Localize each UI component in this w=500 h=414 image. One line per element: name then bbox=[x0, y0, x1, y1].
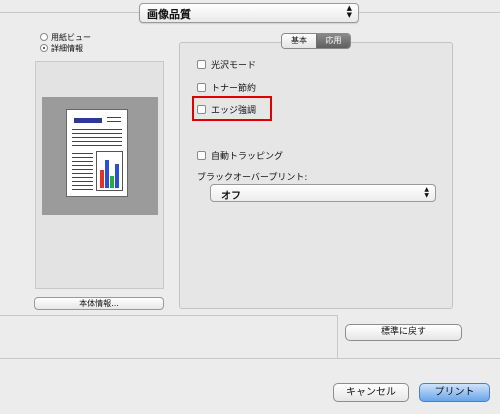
preview-line bbox=[72, 157, 93, 158]
preview-line bbox=[72, 185, 93, 186]
radio-detail-info[interactable]: 詳細情報 bbox=[40, 43, 83, 53]
radio-icon bbox=[40, 33, 48, 41]
preview-line bbox=[72, 173, 93, 174]
radio-label: 詳細情報 bbox=[51, 43, 83, 53]
divider-right bbox=[359, 12, 500, 13]
tab-advanced[interactable]: 応用 bbox=[316, 34, 350, 48]
preview-line bbox=[72, 181, 93, 182]
divider-left bbox=[0, 12, 139, 13]
button-label: プリント bbox=[434, 387, 475, 398]
tab-label: 応用 bbox=[325, 36, 342, 45]
preview-line bbox=[72, 177, 93, 178]
tab-bar: 基本 応用 bbox=[281, 33, 351, 49]
radio-selected-icon bbox=[40, 44, 48, 52]
checkbox-label: 自動トラッピング bbox=[211, 151, 284, 162]
preview-line bbox=[72, 161, 93, 162]
tab-label: 基本 bbox=[291, 36, 307, 45]
preview-bar bbox=[110, 176, 114, 188]
divider-vertical bbox=[337, 315, 338, 358]
preview-line bbox=[72, 153, 93, 154]
preview-bar bbox=[115, 164, 119, 188]
popup-value: 画像品質 bbox=[147, 8, 191, 21]
restore-defaults-button[interactable]: 標準に戻す bbox=[345, 324, 462, 341]
preview-line bbox=[72, 129, 122, 130]
radio-paper-view[interactable]: 用紙ビュー bbox=[40, 32, 91, 42]
device-info-button[interactable]: 本体情報... bbox=[34, 297, 164, 310]
checkbox-icon bbox=[197, 104, 206, 114]
updown-arrows-icon: ▲ ▼ bbox=[424, 186, 429, 199]
preview-line bbox=[107, 117, 121, 118]
checkbox-icon bbox=[197, 82, 206, 92]
preview-line bbox=[72, 165, 93, 166]
black-overprint-select[interactable]: オフ ▲ ▼ bbox=[210, 184, 436, 202]
cancel-button[interactable]: キャンセル bbox=[333, 383, 409, 402]
checkbox-label: トナー節約 bbox=[211, 83, 257, 94]
checkbox-icon bbox=[197, 59, 206, 69]
print-button[interactable]: プリント bbox=[419, 383, 490, 402]
button-label: 標準に戻す bbox=[380, 327, 426, 337]
preview-line bbox=[72, 189, 93, 190]
preview-line bbox=[72, 145, 122, 146]
preview-line bbox=[72, 137, 122, 138]
checkbox-label: エッジ強調 bbox=[211, 105, 257, 116]
gloss-mode-checkbox[interactable]: 光沢モード bbox=[197, 58, 257, 71]
preview-bar bbox=[100, 170, 104, 188]
radio-label: 用紙ビュー bbox=[51, 32, 91, 42]
edge-enhance-checkbox[interactable]: エッジ強調 bbox=[197, 103, 257, 116]
preview-line bbox=[72, 169, 93, 170]
preview-bar bbox=[105, 160, 109, 188]
black-overprint-label: ブラックオーバープリント: bbox=[197, 173, 308, 183]
divider bbox=[0, 315, 337, 316]
preview-line bbox=[107, 121, 121, 122]
device-info-label: 本体情報... bbox=[79, 299, 119, 308]
print-options-popup[interactable]: 画像品質 ▲ ▼ bbox=[139, 3, 359, 23]
tab-basic[interactable]: 基本 bbox=[282, 34, 316, 48]
preview-line bbox=[72, 133, 122, 134]
updown-arrows-icon: ▲ ▼ bbox=[346, 4, 352, 19]
select-value: オフ bbox=[221, 191, 241, 202]
preview-bar-chart bbox=[96, 151, 123, 191]
button-label: キャンセル bbox=[346, 387, 396, 398]
divider bbox=[0, 358, 500, 359]
preview-line bbox=[72, 141, 122, 142]
checkbox-label: 光沢モード bbox=[211, 60, 257, 71]
auto-trapping-checkbox[interactable]: 自動トラッピング bbox=[197, 149, 284, 162]
preview-title-block bbox=[74, 118, 102, 123]
toner-save-checkbox[interactable]: トナー節約 bbox=[197, 81, 257, 94]
checkbox-icon bbox=[197, 150, 206, 160]
page-preview-thumbnail bbox=[66, 109, 128, 197]
